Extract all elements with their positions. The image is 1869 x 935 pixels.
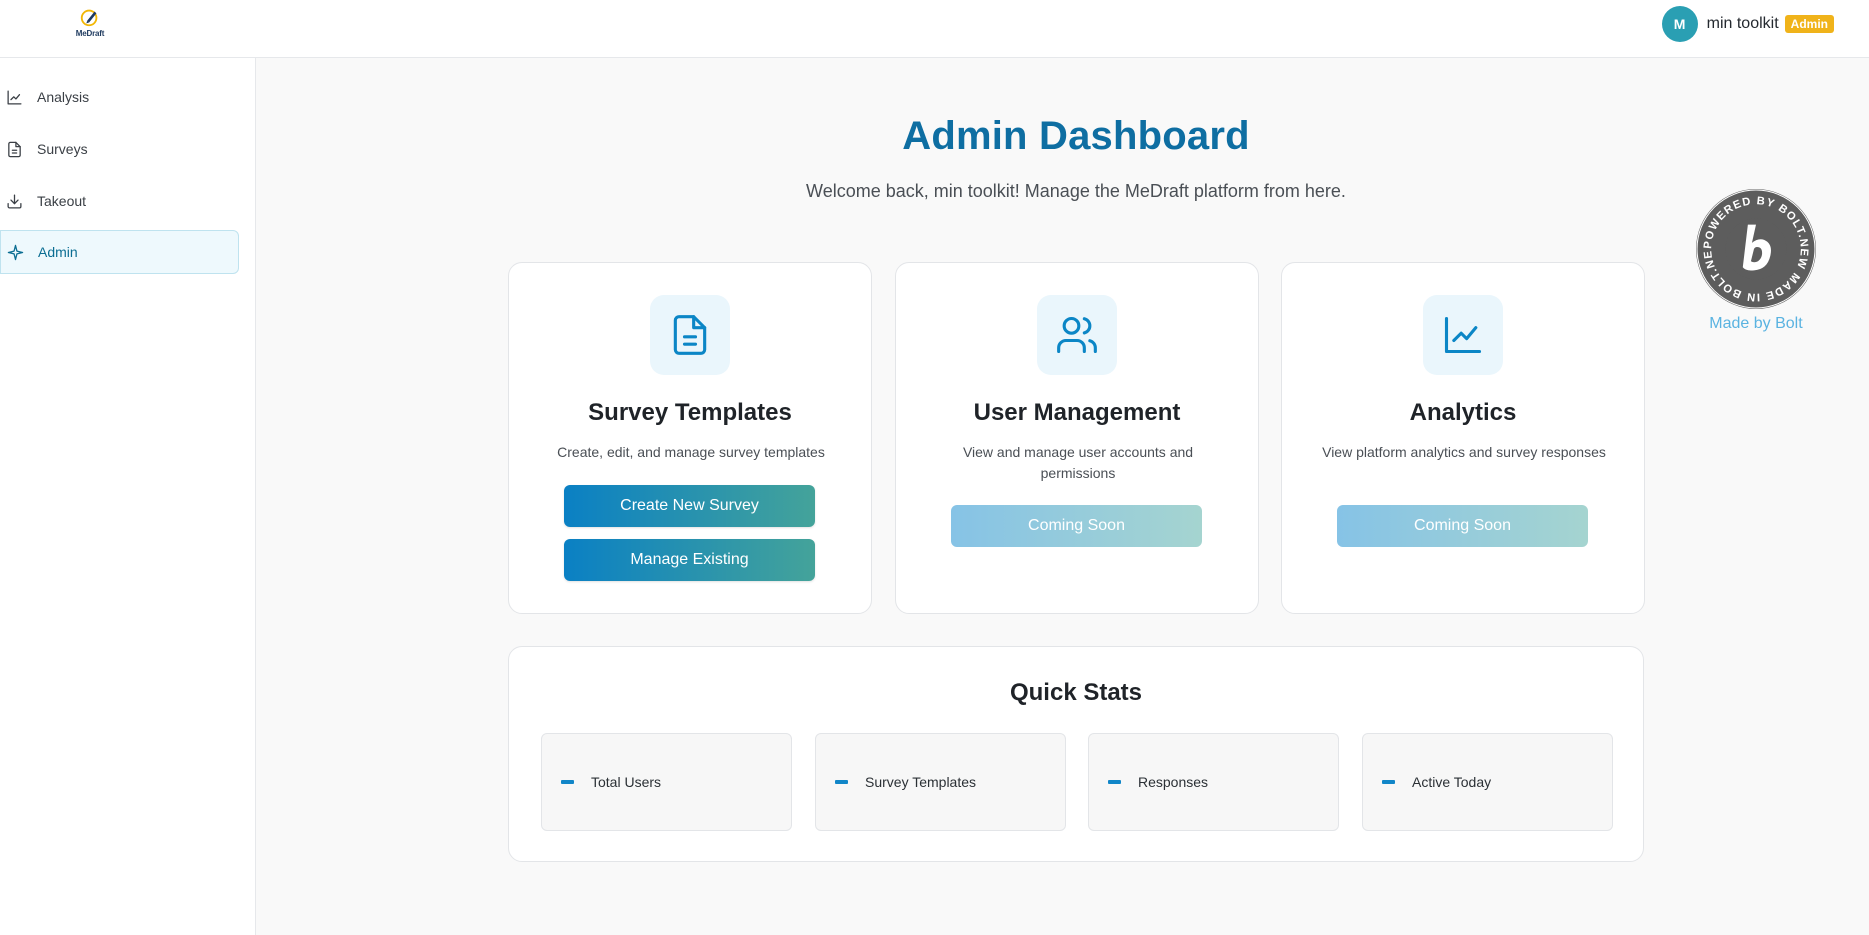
sidebar-item-label: Surveys [37,141,88,157]
stat-value: - [835,780,848,784]
stat-card-survey-templates: - Survey Templates [815,733,1066,831]
analytics-card: Analytics View platform analytics and su… [1281,262,1645,614]
quick-stats-panel: Quick Stats - Total Users - Survey Templ… [508,646,1644,862]
avatar[interactable]: M [1661,6,1698,42]
sidebar-item-takeout[interactable]: Takeout [0,179,239,223]
card-title: Analytics [1409,399,1517,426]
role-badge: Admin [1784,15,1834,33]
users-icon [1057,316,1097,354]
manage-existing-button[interactable]: Manage Existing [564,539,815,581]
card-title: Survey Templates [588,399,792,426]
stat-label: Responses [1138,774,1209,790]
sidebar-item-label: Admin [38,244,78,260]
card-description: View and manage user accounts and permis… [962,444,1194,481]
card-icon-box [1037,295,1117,375]
stat-card-active-today: - Active Today [1362,733,1613,831]
quick-stats-title: Quick Stats [1009,679,1143,706]
document-icon [8,141,21,157]
card-description: Create, edit, and manage survey template… [557,444,825,460]
coming-soon-button[interactable]: Coming Soon [951,505,1202,547]
sidebar-item-label: Analysis [37,89,90,105]
pen-logo-icon [80,9,98,27]
user-management-card: User Management View and manage user acc… [895,262,1259,614]
survey-templates-card: Survey Templates Create, edit, and manag… [508,262,872,614]
stat-card-total-users: - Total Users [541,733,792,831]
sidebar-item-label: Takeout [37,193,87,209]
sidebar-item-analysis[interactable]: Analysis [0,75,239,119]
user-menu[interactable]: M min toolkit Admin [1661,6,1834,42]
stat-card-responses: - Responses [1088,733,1339,831]
download-icon [7,193,22,209]
coming-soon-button[interactable]: Coming Soon [1337,505,1588,547]
stat-value: - [561,780,574,784]
sparkle-icon [7,244,24,260]
bolt-badge-icon[interactable]: POWERED BY BOLT.NEW MADE IN BOLT.NEW [1695,188,1817,310]
stat-label: Active Today [1412,774,1492,790]
sidebar: Analysis Surveys Takeout Admin [0,58,256,935]
app-logo[interactable]: MeDraft [70,6,110,42]
stat-label: Total Users [591,774,662,790]
card-icon-box [650,295,730,375]
sidebar-item-admin[interactable]: Admin [0,230,239,274]
chart-line-icon [7,89,22,105]
card-title: User Management [973,399,1181,426]
chart-line-icon [1444,316,1482,354]
card-description: View platform analytics and survey respo… [1322,444,1606,460]
made-by-bolt-link[interactable]: Made by Bolt [1666,315,1846,333]
create-new-survey-button[interactable]: Create New Survey [564,485,815,527]
page-subtitle: Welcome back, min toolkit! Manage the Me… [806,181,1346,201]
top-bar: MeDraft M min toolkit Admin [0,0,1869,58]
sidebar-item-surveys[interactable]: Surveys [0,127,239,171]
document-icon [673,315,707,355]
stat-value: - [1382,780,1395,784]
stat-label: Survey Templates [865,774,977,790]
logo-text: MeDraft [75,29,105,38]
page-title: Admin Dashboard [902,114,1250,158]
card-icon-box [1423,295,1503,375]
user-name: min toolkit [1706,15,1779,32]
stat-value: - [1108,780,1121,784]
